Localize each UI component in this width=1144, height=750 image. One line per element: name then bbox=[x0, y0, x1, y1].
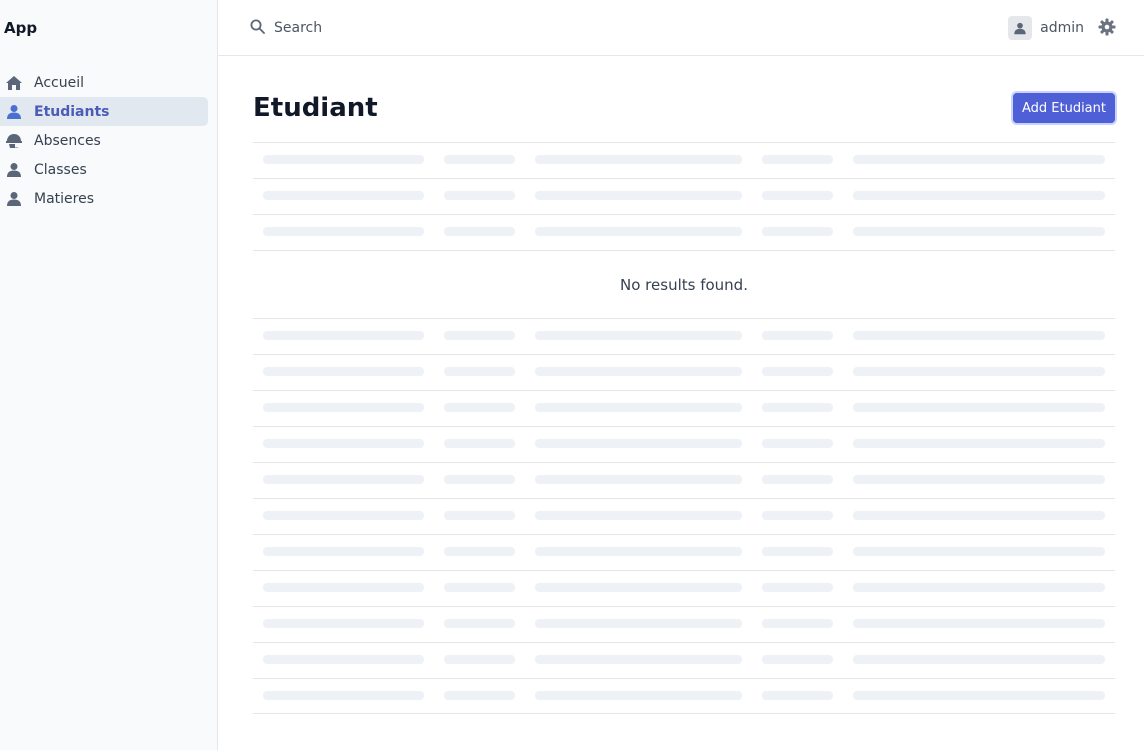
sidebar-item-label: Accueil bbox=[34, 74, 84, 91]
avatar bbox=[1008, 16, 1033, 40]
home-icon bbox=[4, 73, 24, 93]
skeleton-row bbox=[253, 462, 1115, 498]
sidebar-item-classes[interactable]: Classes bbox=[0, 155, 208, 184]
skeleton-row bbox=[253, 642, 1115, 678]
skeleton-row bbox=[253, 318, 1115, 354]
empty-message: No results found. bbox=[253, 250, 1115, 318]
search-bar bbox=[250, 17, 550, 39]
user-icon bbox=[4, 189, 24, 209]
username: admin bbox=[1040, 20, 1084, 36]
sidebar-item-etudiants[interactable]: Etudiants bbox=[0, 97, 208, 126]
user-icon bbox=[4, 102, 24, 122]
skeleton-row bbox=[253, 214, 1115, 250]
gear-icon[interactable] bbox=[1098, 18, 1116, 36]
skeleton-row bbox=[253, 570, 1115, 606]
user-menu[interactable]: admin bbox=[1008, 16, 1084, 40]
sidebar-item-label: Classes bbox=[34, 161, 87, 178]
skeleton-row bbox=[253, 678, 1115, 714]
search-icon bbox=[250, 19, 265, 38]
sidebar-item-accueil[interactable]: Accueil bbox=[0, 68, 208, 97]
user-icon bbox=[1014, 22, 1026, 34]
sidebar: App Accueil Etudiants Absences Classes M… bbox=[0, 0, 218, 750]
sidebar-item-label: Etudiants bbox=[34, 103, 110, 120]
page-title: Etudiant bbox=[253, 93, 378, 123]
hat-icon bbox=[4, 131, 24, 151]
skeleton-row bbox=[253, 142, 1115, 178]
skeleton-row bbox=[253, 178, 1115, 214]
add-etudiant-button[interactable]: Add Etudiant bbox=[1012, 93, 1115, 123]
app-title: App bbox=[4, 19, 38, 37]
skeleton-row bbox=[253, 390, 1115, 426]
results-table: No results found. bbox=[253, 142, 1115, 714]
sidebar-item-label: Matieres bbox=[34, 190, 95, 207]
search-input[interactable] bbox=[274, 20, 534, 36]
skeleton-row bbox=[253, 606, 1115, 642]
skeleton-row bbox=[253, 534, 1115, 570]
skeleton-row bbox=[253, 426, 1115, 462]
sidebar-item-matieres[interactable]: Matieres bbox=[0, 184, 208, 213]
skeleton-row bbox=[253, 498, 1115, 534]
sidebar-item-absences[interactable]: Absences bbox=[0, 126, 208, 155]
sidebar-item-label: Absences bbox=[34, 132, 101, 149]
user-icon bbox=[4, 160, 24, 180]
sidebar-nav: Accueil Etudiants Absences Classes Matie… bbox=[0, 68, 208, 213]
skeleton-row bbox=[253, 354, 1115, 390]
topbar: admin bbox=[218, 0, 1144, 56]
